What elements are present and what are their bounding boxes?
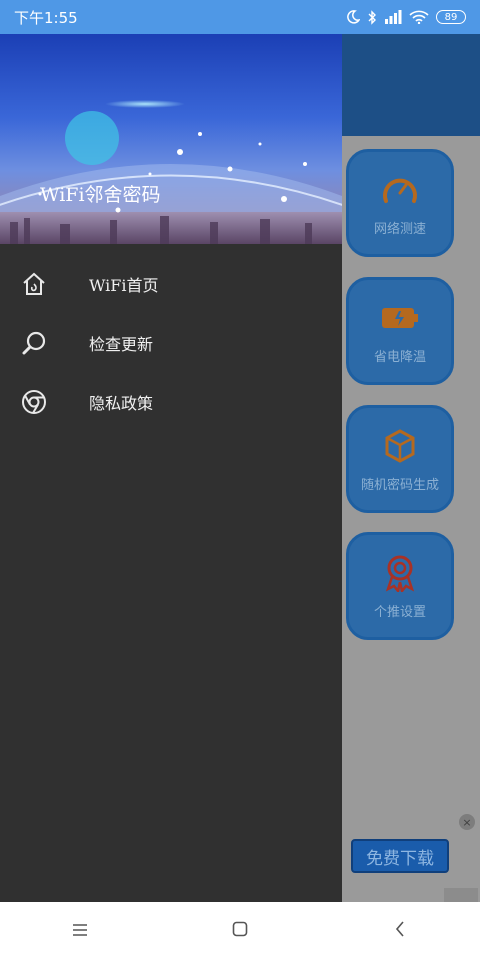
home-button[interactable] xyxy=(210,911,270,951)
status-time: 下午1:55 xyxy=(14,8,78,27)
bluetooth-icon xyxy=(367,9,377,25)
home-icon xyxy=(20,270,48,298)
feature-power-saving[interactable]: 省电降温 xyxy=(346,277,454,385)
signal-icon xyxy=(384,10,402,24)
feature-label: 网络测速 xyxy=(373,221,426,237)
drawer-menu: WiFi首页 检查更新 隐私政策 xyxy=(0,254,342,431)
battery-charge-icon xyxy=(380,298,420,338)
screen: 下午1:55 89 网络测速 省电降温 随机密码生成 个推设置 × 免费下载 W… xyxy=(0,0,480,960)
award-icon xyxy=(380,553,420,593)
search-icon xyxy=(20,329,48,357)
status-bar: 下午1:55 89 xyxy=(0,0,480,34)
ad-close-button[interactable]: × xyxy=(459,814,475,830)
menu-item-privacy-policy[interactable]: 隐私政策 xyxy=(0,372,342,431)
back-button[interactable] xyxy=(370,911,430,951)
menu-label: WiFi首页 xyxy=(89,275,159,295)
free-download-button[interactable]: 免费下载 xyxy=(351,839,449,873)
menu-item-check-update[interactable]: 检查更新 xyxy=(0,313,342,372)
speedometer-icon xyxy=(380,170,420,210)
moon-icon xyxy=(346,10,360,24)
drawer-header: WiFi邻舍密码 xyxy=(0,34,342,244)
feature-label: 省电降温 xyxy=(373,349,426,365)
cube-icon xyxy=(380,426,420,466)
battery-icon: 89 xyxy=(436,10,466,24)
home-square-icon xyxy=(232,921,248,941)
navigation-drawer: WiFi邻舍密码 WiFi首页 检查更新 隐私政策 xyxy=(0,34,342,902)
system-nav-bar xyxy=(0,902,480,960)
drawer-header-image xyxy=(0,100,342,244)
wifi-icon xyxy=(409,10,429,24)
feature-label: 个推设置 xyxy=(373,604,426,620)
chrome-icon xyxy=(20,388,48,416)
feature-label: 随机密码生成 xyxy=(360,477,439,493)
status-icons: 89 xyxy=(346,9,466,25)
menu-item-wifi-home[interactable]: WiFi首页 xyxy=(0,254,342,313)
menu-button[interactable] xyxy=(50,911,110,951)
ad-mark xyxy=(444,888,478,902)
menu-icon xyxy=(72,922,88,941)
menu-label: 隐私政策 xyxy=(89,393,154,413)
drawer-title: WiFi邻舍密码 xyxy=(40,184,161,206)
feature-password-generator[interactable]: 随机密码生成 xyxy=(346,405,454,513)
feature-push-settings[interactable]: 个推设置 xyxy=(346,532,454,640)
back-icon xyxy=(395,921,405,941)
menu-label: 检查更新 xyxy=(89,334,154,354)
feature-network-speed[interactable]: 网络测速 xyxy=(346,149,454,257)
